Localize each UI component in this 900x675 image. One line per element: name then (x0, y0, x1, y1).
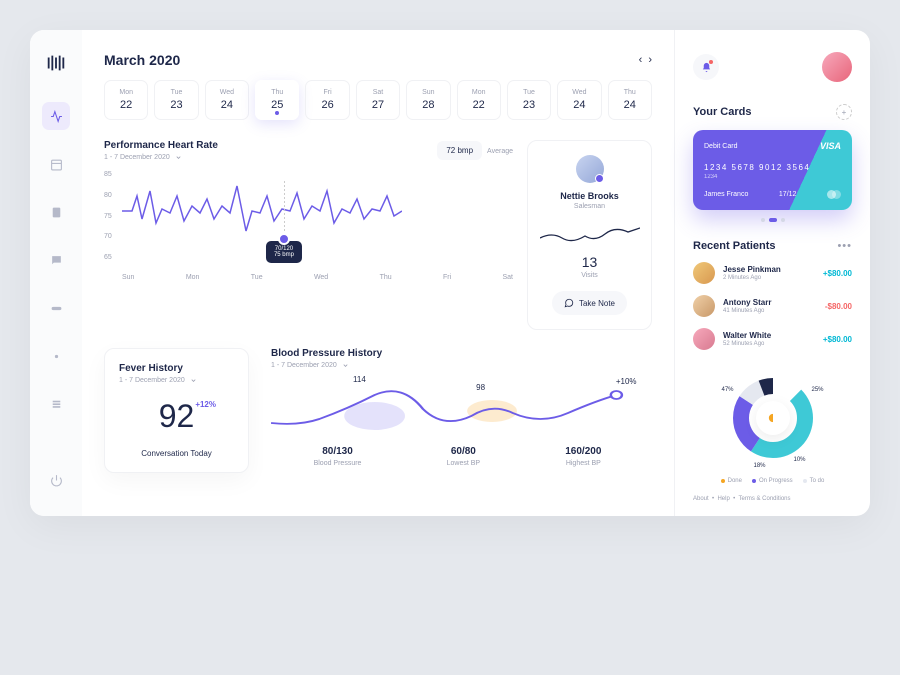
nav-chat-icon[interactable] (42, 246, 70, 274)
footer-help[interactable]: Help (717, 496, 729, 502)
calendar-strip: Mon22Tue23Wed24Thu25Fri26Sat27Sun28Mon22… (104, 80, 652, 120)
fever-title: Fever History (119, 363, 234, 374)
calendar-day[interactable]: Sat27 (356, 80, 400, 120)
calendar-day[interactable]: Wed24 (557, 80, 601, 120)
heart-title: Performance Heart Rate (104, 140, 218, 151)
footer-terms[interactable]: Terms & Conditions (738, 496, 790, 502)
calendar-day[interactable]: Mon22 (104, 80, 148, 120)
logo (45, 52, 67, 74)
power-icon[interactable] (42, 466, 70, 494)
footer-about[interactable]: About (693, 496, 709, 502)
heart-badge: 72 bmp (437, 141, 482, 160)
fever-range[interactable]: 1 - 7 December 2020 (119, 377, 234, 384)
calendar-day[interactable]: Tue23 (507, 80, 551, 120)
next-arrow[interactable]: › (648, 54, 652, 66)
donut-center-icon (756, 401, 790, 435)
heart-range[interactable]: 1 - 7 December 2020 (104, 154, 218, 161)
calendar-day[interactable]: Fri26 (305, 80, 349, 120)
bp-card: Blood Pressure History 1 - 7 December 20… (263, 348, 652, 473)
cards-title: Your Cards (693, 106, 751, 118)
calendar-day[interactable]: Tue23 (154, 80, 198, 120)
nav-calendar-icon[interactable] (42, 150, 70, 178)
profile-card: Nettie Brooks Salesman 13 Visits Take No… (527, 140, 652, 330)
footer-links: About • Help • Terms & Conditions (693, 496, 852, 502)
patient-row[interactable]: Antony Starr41 Minutes Ago-$80.00 (693, 295, 852, 317)
notification-bell-icon[interactable] (693, 54, 719, 80)
calendar-day[interactable]: Mon22 (457, 80, 501, 120)
page-title: March 2020 (104, 52, 180, 68)
add-card-button[interactable]: + (836, 104, 852, 120)
patients-title: Recent Patients (693, 240, 776, 252)
credit-card[interactable]: Debit CardVISA 1234 5678 9012 3564 1234 … (693, 130, 852, 210)
visits-count: 13 (538, 254, 641, 270)
nav-settings-icon[interactable] (42, 342, 70, 370)
calendar-day[interactable]: Wed24 (205, 80, 249, 120)
calendar-day[interactable]: Sun28 (406, 80, 450, 120)
nav-layers-icon[interactable] (42, 390, 70, 418)
sidebar (30, 30, 82, 516)
calendar-day[interactable]: Thu25 (255, 80, 299, 120)
prev-arrow[interactable]: ‹ (639, 54, 643, 66)
progress-donut: 47% 25% 10% 18% (723, 368, 823, 468)
take-note-button[interactable]: Take Note (552, 291, 627, 315)
nav-activity-icon[interactable] (42, 102, 70, 130)
profile-role: Salesman (538, 203, 641, 210)
visits-sparkline (538, 224, 641, 246)
donut-legend: Done On Progress To do (693, 478, 852, 484)
fever-card: Fever History 1 - 7 December 2020 92+12%… (104, 348, 249, 473)
heart-chart: 8580757065 70/12075 bmp SunMonTueWedThuF… (104, 171, 513, 281)
card-pagination[interactable] (693, 218, 852, 222)
heart-tooltip: 70/12075 bmp (266, 241, 302, 263)
profile-name: Nettie Brooks (538, 191, 641, 201)
nav-toggle-icon[interactable] (42, 294, 70, 322)
patient-row[interactable]: Walter White52 Minutes Ago+$80.00 (693, 328, 852, 350)
profile-avatar[interactable] (576, 155, 604, 183)
heart-rate-card: Performance Heart Rate 1 - 7 December 20… (104, 140, 513, 330)
user-avatar[interactable] (822, 52, 852, 82)
bp-range[interactable]: 1 - 7 December 2020 (271, 362, 644, 369)
patient-row[interactable]: Jesse Pinkman2 Minutes Ago+$80.00 (693, 262, 852, 284)
calendar-day[interactable]: Thu24 (608, 80, 652, 120)
patients-more-icon[interactable]: ••• (837, 240, 852, 252)
bp-chart: 114 98 +10% (271, 381, 644, 436)
nav-contacts-icon[interactable] (42, 198, 70, 226)
bp-title: Blood Pressure History (271, 348, 644, 359)
